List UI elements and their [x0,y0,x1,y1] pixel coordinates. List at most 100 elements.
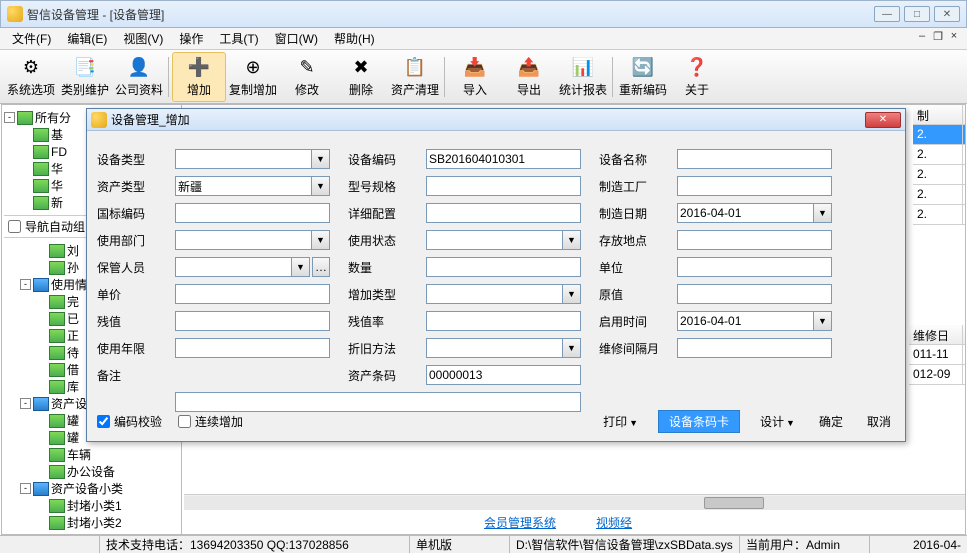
tree-item[interactable]: 罐 [67,429,79,446]
grid-cell[interactable]: 2. [913,205,963,224]
maximize-button[interactable]: □ [904,6,930,22]
tree-root[interactable]: 所有分 [35,109,71,126]
store-loc-input[interactable] [680,233,829,247]
tree-group-sub[interactable]: 资产设备小类 [51,480,123,497]
ok-button[interactable]: 确定 [815,411,847,432]
tree-item[interactable]: 孙 [67,259,79,276]
tree-group-use[interactable]: 使用情 [51,276,87,293]
dropdown-icon[interactable]: ▼ [292,257,310,277]
toolbar-类别维护[interactable]: 📑类别维护 [58,52,112,102]
menu-edit[interactable]: 编辑(E) [59,28,115,49]
remark-input[interactable] [178,395,578,409]
design-button[interactable]: 设计▼ [756,411,799,432]
asset-type-input[interactable] [178,179,309,193]
dropdown-icon[interactable]: ▼ [563,338,581,358]
gb-code-input[interactable] [178,206,327,220]
link-member-system[interactable]: 会员管理系统 [484,514,556,531]
menu-view[interactable]: 视图(V) [115,28,171,49]
mdi-minimize[interactable]: – [915,30,929,44]
toolbar-导出[interactable]: 📤导出 [502,52,556,102]
toolbar-重新编码[interactable]: 🔄重新编码 [616,52,670,102]
barcode-card-button[interactable]: 设备条码卡 [658,410,740,433]
maint-interval-input[interactable] [680,341,829,355]
unit-input[interactable] [680,260,829,274]
menu-action[interactable]: 操作 [171,28,211,49]
tree-item[interactable]: 基 [51,126,63,143]
minimize-button[interactable]: — [874,6,900,22]
dialog-close-button[interactable]: ✕ [865,112,901,128]
expand-icon[interactable]: - [20,483,31,494]
dropdown-icon[interactable]: ▼ [563,230,581,250]
mdi-restore[interactable]: ❐ [931,30,945,44]
residual-rate-input[interactable] [429,314,578,328]
tree-item[interactable]: 封堵小类2 [67,514,122,531]
expand-icon[interactable]: - [20,279,31,290]
tree-item[interactable]: 已 [67,310,79,327]
mfg-date-input[interactable] [680,206,811,220]
device-name-input[interactable] [680,152,829,166]
tree-item[interactable]: 借 [67,361,79,378]
cont-add-checkbox[interactable] [178,415,191,428]
link-video[interactable]: 视频经 [596,514,632,531]
menu-help[interactable]: 帮助(H) [326,28,383,49]
orig-val-input[interactable] [680,287,829,301]
grid-header-maint-date[interactable]: 维修日 [909,325,963,344]
enable-time-input[interactable] [680,314,811,328]
toolbar-删除[interactable]: ✖删除 [334,52,388,102]
mfg-factory-input[interactable] [680,179,829,193]
grid-cell[interactable]: 011-11 [909,345,963,364]
menu-tools[interactable]: 工具(T) [211,28,266,49]
model-spec-input[interactable] [429,179,578,193]
toolbar-关于[interactable]: ❓关于 [670,52,724,102]
tree-item[interactable]: 封堵小类1 [67,497,122,514]
use-dept-input[interactable] [178,233,309,247]
menu-window[interactable]: 窗口(W) [267,28,326,49]
use-status-input[interactable] [429,233,560,247]
nav-auto-group-check[interactable] [8,220,21,233]
tree-item[interactable]: 车辆 [67,446,91,463]
toolbar-导入[interactable]: 📥导入 [448,52,502,102]
grid-cell[interactable]: 012-09 [909,365,963,384]
toolbar-资产清理[interactable]: 📋资产清理 [388,52,442,102]
grid-cell[interactable]: 2. [913,145,963,164]
depr-method-input[interactable] [429,341,560,355]
dropdown-icon[interactable]: ▼ [312,176,330,196]
tree-item[interactable]: 罐 [67,412,79,429]
dropdown-icon[interactable]: ▼ [312,149,330,169]
toolbar-增加[interactable]: ➕增加 [172,52,226,102]
keeper-input[interactable] [178,260,289,274]
tree-item[interactable]: 华 [51,160,63,177]
device-type-input[interactable] [178,152,309,166]
use-years-input[interactable] [178,341,327,355]
toolbar-系统选项[interactable]: ⚙系统选项 [4,52,58,102]
toolbar-公司资料[interactable]: 👤公司资料 [112,52,166,102]
residual-input[interactable] [178,314,327,328]
grid-cell[interactable]: 2. [913,185,963,204]
tree-item[interactable]: 库 [67,378,79,395]
price-input[interactable] [178,287,327,301]
tree-item[interactable]: 新 [51,194,63,211]
tree-item[interactable]: 办公设备 [67,463,115,480]
dropdown-icon[interactable]: ▼ [563,284,581,304]
expand-icon[interactable]: - [20,398,31,409]
code-check-checkbox[interactable] [97,415,110,428]
tree-group-asset[interactable]: 资产设 [51,395,87,412]
grid-cell[interactable]: 2. [913,165,963,184]
tree-item[interactable]: 华 [51,177,63,194]
ellipsis-button[interactable]: … [312,257,330,277]
print-button[interactable]: 打印▼ [599,411,642,432]
toolbar-统计报表[interactable]: 📊统计报表 [556,52,610,102]
grid-header-right[interactable]: 制 [913,105,963,124]
add-type-input[interactable] [429,287,560,301]
dialog-titlebar[interactable]: 设备管理_增加 ✕ [87,109,905,131]
device-code-input[interactable] [429,152,578,166]
close-button[interactable]: ✕ [934,6,960,22]
horizontal-scrollbar[interactable] [184,494,965,510]
toolbar-修改[interactable]: ✎修改 [280,52,334,102]
toolbar-复制增加[interactable]: ⊕复制增加 [226,52,280,102]
tree-item[interactable]: 待 [67,344,79,361]
tree-item[interactable]: FD [51,145,67,159]
menu-file[interactable]: 文件(F) [4,28,59,49]
qty-input[interactable] [429,260,578,274]
expand-icon[interactable]: - [4,112,15,123]
